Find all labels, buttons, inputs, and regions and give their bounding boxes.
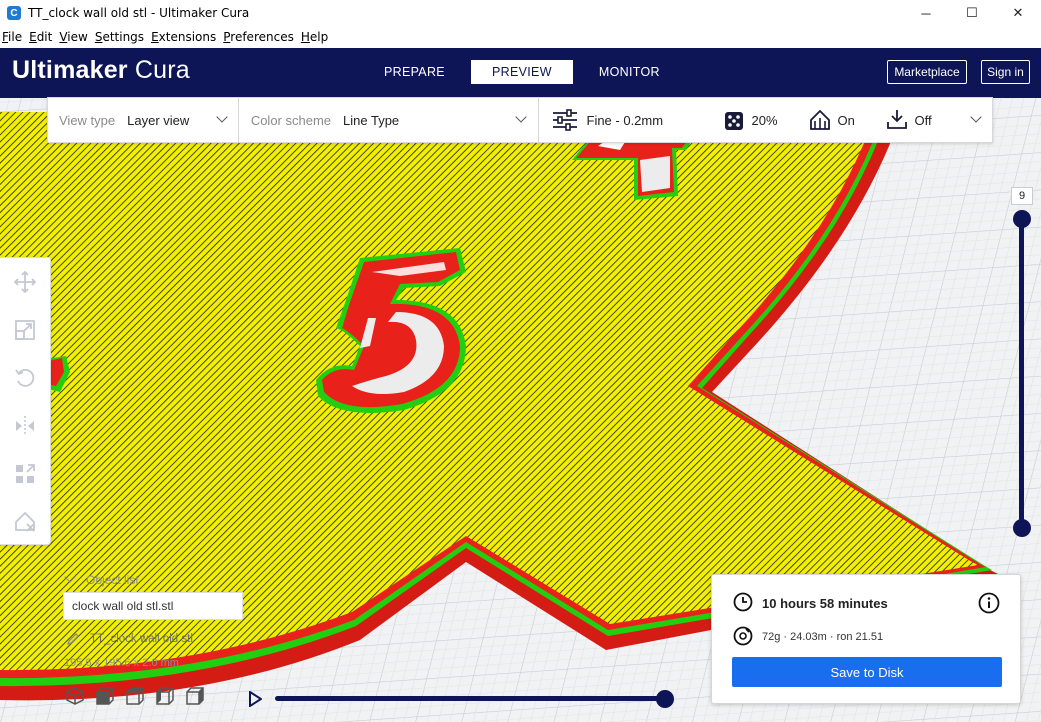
play-icon[interactable] xyxy=(248,691,262,707)
cura-logo: Ultimaker Cura xyxy=(12,56,190,85)
left-view-icon[interactable] xyxy=(155,686,175,706)
scale-tool-button[interactable] xyxy=(13,318,37,342)
minimize-button[interactable]: ─ xyxy=(903,0,949,26)
color-scheme-value: Line Type xyxy=(343,112,400,128)
adhesion-value: Off xyxy=(914,113,932,128)
menu-file[interactable]: File xyxy=(2,30,22,44)
layer-upper-handle[interactable] xyxy=(1013,210,1031,228)
camera-view-buttons xyxy=(65,686,215,706)
object-name-row[interactable]: TT_clock wall old stl xyxy=(66,632,193,646)
logo-light-text: Cura xyxy=(134,56,190,84)
pencil-icon xyxy=(66,633,79,646)
object-name: TT_clock wall old stl xyxy=(90,633,193,645)
view-type-label: View type xyxy=(59,112,116,128)
window-title: TT_clock wall old stl - Ultimaker Cura xyxy=(28,6,250,20)
simulation-handle[interactable] xyxy=(656,690,674,708)
mirror-tool-button[interactable] xyxy=(13,414,37,438)
infill-icon xyxy=(724,112,743,130)
view-type-value: Layer view xyxy=(127,112,190,128)
mirror-icon xyxy=(16,416,34,436)
maximize-button[interactable]: ☐ xyxy=(949,0,995,26)
print-settings-button[interactable]: Fine - 0.2mm 20% On Off xyxy=(539,98,993,142)
material-estimate: 72g · 24.03m · ron 21.51 xyxy=(762,631,884,643)
tab-monitor[interactable]: MONITOR xyxy=(577,60,682,84)
infill-value: 20% xyxy=(751,113,778,128)
chevron-down-icon xyxy=(216,111,228,123)
support-blocker-button[interactable] xyxy=(13,510,37,534)
app-header: Ultimaker Cura PREPARE PREVIEW MONITOR M… xyxy=(0,48,1041,98)
cura-window: C TT_clock wall old stl - Ultimaker Cura… xyxy=(0,0,1041,722)
object-dimensions: 195.6 x 195.6 x 2.0 mm xyxy=(64,657,179,669)
move-icon xyxy=(14,271,36,293)
print-time: 10 hours 58 minutes xyxy=(762,596,888,611)
per-model-settings-button[interactable] xyxy=(13,462,37,486)
print-info-panel: 10 hours 58 minutes 72g · 24.03m · ron 2… xyxy=(711,574,1021,704)
rotate-tool-button[interactable] xyxy=(13,366,37,390)
top-view-icon[interactable] xyxy=(125,686,145,706)
stage-tabs: PREPARE PREVIEW MONITOR xyxy=(362,60,682,84)
spool-icon xyxy=(733,626,753,646)
chevron-down-icon xyxy=(64,571,76,583)
front-view-icon[interactable] xyxy=(95,686,115,706)
support-blocker-icon xyxy=(15,511,35,532)
color-scheme-dropdown[interactable]: Color scheme Line Type xyxy=(239,98,538,142)
support-icon xyxy=(809,109,830,130)
chevron-down-icon xyxy=(515,111,527,123)
menu-view[interactable]: View xyxy=(59,30,87,44)
scale-icon xyxy=(15,320,35,340)
cura-app-icon: C xyxy=(7,6,21,20)
menu-help[interactable]: Help xyxy=(301,30,328,44)
menu-bar: File Edit View Settings Extensions Prefe… xyxy=(0,26,1041,48)
sliders-icon xyxy=(552,109,577,131)
info-icon[interactable] xyxy=(978,592,1000,614)
adhesion-icon xyxy=(886,110,907,129)
view-type-dropdown[interactable]: View type Layer view xyxy=(48,98,238,142)
menu-edit[interactable]: Edit xyxy=(29,30,52,44)
object-list-field[interactable]: clock wall old stl.stl xyxy=(63,592,243,620)
object-list-header: Object list xyxy=(86,573,139,587)
logo-bold-text: Ultimaker xyxy=(12,56,128,84)
title-bar: C TT_clock wall old stl - Ultimaker Cura… xyxy=(0,0,1041,26)
save-to-disk-button[interactable]: Save to Disk xyxy=(732,657,1002,687)
right-view-icon[interactable] xyxy=(185,686,205,706)
support-value: On xyxy=(837,113,855,128)
chevron-down-icon xyxy=(969,111,982,123)
tab-preview[interactable]: PREVIEW xyxy=(470,60,573,84)
profile-value: Fine - 0.2mm xyxy=(586,113,664,128)
color-scheme-label: Color scheme xyxy=(250,112,332,128)
tool-panel xyxy=(0,257,51,545)
menu-extensions[interactable]: Extensions xyxy=(151,30,216,44)
layer-number-field[interactable]: 9 xyxy=(1011,187,1033,205)
simulation-track[interactable] xyxy=(275,696,667,701)
layer-slider-track[interactable] xyxy=(1019,218,1024,528)
marketplace-button[interactable]: Marketplace xyxy=(887,60,967,84)
3d-view-icon[interactable] xyxy=(65,686,85,706)
view-toolbar: View type Layer view Color scheme Line T… xyxy=(47,97,993,143)
close-button[interactable]: ✕ xyxy=(995,0,1041,26)
menu-settings[interactable]: Settings xyxy=(95,30,144,44)
layer-lower-handle[interactable] xyxy=(1013,519,1031,537)
clock-icon xyxy=(733,592,753,612)
move-tool-button[interactable] xyxy=(13,270,37,294)
menu-preferences[interactable]: Preferences xyxy=(223,30,294,44)
rotate-icon xyxy=(15,368,35,387)
tab-prepare[interactable]: PREPARE xyxy=(362,60,467,84)
sign-in-button[interactable]: Sign in xyxy=(981,60,1030,84)
object-list-toggle[interactable]: Object list xyxy=(64,571,139,587)
per-model-settings-icon xyxy=(16,464,35,483)
